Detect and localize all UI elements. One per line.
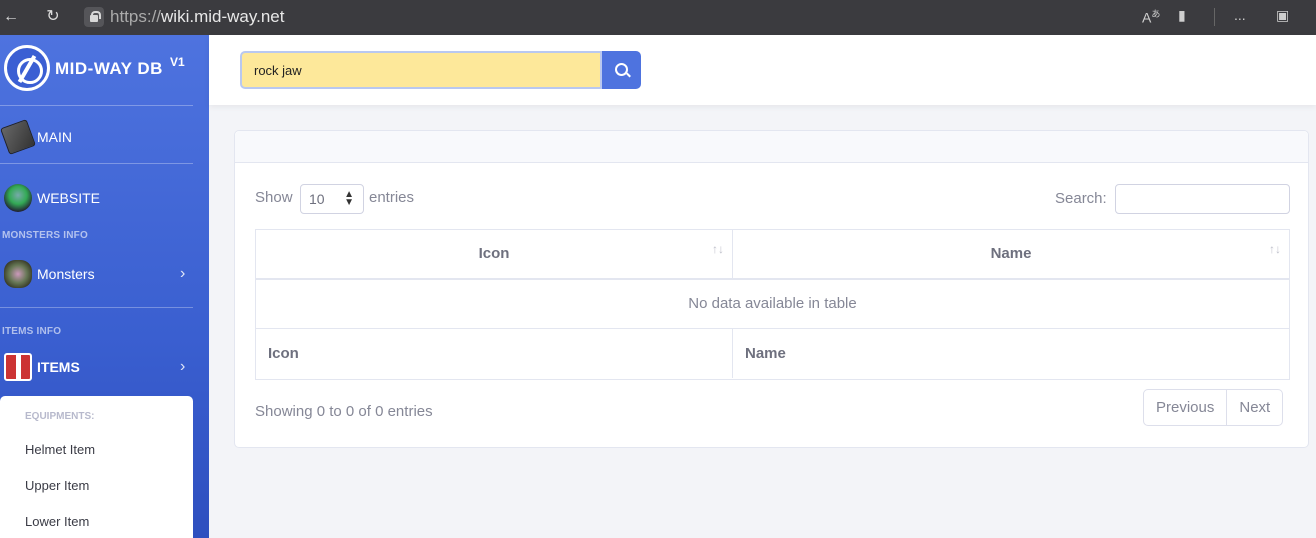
lock-icon[interactable] xyxy=(84,7,104,27)
pagination: Previous Next xyxy=(1143,389,1284,426)
gift-icon xyxy=(4,353,32,381)
entries-select[interactable]: 10 ▲ ▼ xyxy=(300,184,364,214)
sidebar-item-label: MAIN xyxy=(37,129,72,145)
sidebar-divider xyxy=(0,163,193,164)
brand-name: MID-WAY DB xyxy=(55,59,163,78)
column-header-label: Name xyxy=(990,245,1032,262)
next-button[interactable]: Next xyxy=(1227,390,1282,425)
monster-icon xyxy=(4,184,32,212)
select-arrows-icon: ▲ ▼ xyxy=(344,189,354,208)
column-header-name[interactable]: Name ↑↓ xyxy=(733,230,1289,278)
table-search-input[interactable] xyxy=(1115,184,1290,214)
submenu-item-helmet[interactable]: Helmet Item xyxy=(25,442,95,457)
submenu-item-lower[interactable]: Lower Item xyxy=(25,514,89,529)
sidebar-divider xyxy=(0,307,193,308)
search-button[interactable] xyxy=(602,51,641,89)
sidebar-item-label: ITEMS xyxy=(37,359,80,375)
table-row: No data available in table xyxy=(256,280,1289,329)
sort-icon: ↑↓ xyxy=(712,242,724,256)
brand-version: V1 xyxy=(170,55,185,69)
card-header xyxy=(235,131,1308,163)
data-table: Icon ↑↓ Name ↑↓ No data available in tab… xyxy=(255,229,1290,380)
monster-icon xyxy=(4,260,32,288)
sidebar: MID-WAY DB V1 MAIN WEBSITE MONSTERS INFO… xyxy=(0,35,209,538)
read-aloud-icon[interactable]: Aあ xyxy=(1142,7,1160,26)
sidebar-heading-monsters: MONSTERS INFO xyxy=(2,230,88,241)
submenu-heading: EQUIPMENTS: xyxy=(25,411,95,422)
sidebar-item-main[interactable]: MAIN xyxy=(0,117,209,157)
table-footer-row: Icon Name xyxy=(256,329,1289,379)
table-search-label: Search: xyxy=(1055,190,1107,207)
back-icon[interactable]: ← xyxy=(2,8,20,26)
entries-label: entries xyxy=(369,189,415,206)
toolbar-divider xyxy=(1214,8,1215,26)
items-submenu: EQUIPMENTS: Helmet Item Upper Item Lower… xyxy=(0,396,193,538)
sidebar-heading-items: ITEMS INFO xyxy=(2,326,62,337)
more-menu-button[interactable]: ... xyxy=(1234,7,1246,23)
brand-logo-icon xyxy=(4,45,50,91)
sidebar-item-monsters[interactable]: Monsters › xyxy=(0,254,209,294)
empty-message: No data available in table xyxy=(688,295,857,312)
column-header-icon[interactable]: Icon ↑↓ xyxy=(256,230,733,278)
chevron-right-icon: › xyxy=(180,358,186,375)
sidebar-divider xyxy=(0,105,193,106)
column-header-label: Icon xyxy=(478,245,510,262)
column-footer-name: Name xyxy=(745,345,786,362)
search-input[interactable] xyxy=(240,51,602,89)
topbar xyxy=(209,35,1316,105)
sidebar-item-label: Monsters xyxy=(37,266,95,282)
reload-icon[interactable]: ↻ xyxy=(44,8,62,26)
book-icon xyxy=(0,119,36,155)
sidebar-item-label: WEBSITE xyxy=(37,190,101,206)
column-footer-icon: Icon xyxy=(256,329,733,378)
sort-icon: ↑↓ xyxy=(1269,242,1281,256)
table-header-row: Icon ↑↓ Name ↑↓ xyxy=(256,230,1289,280)
bookmark-icon[interactable]: ▮ xyxy=(1178,7,1186,24)
url-host: wiki.mid-way.net xyxy=(161,7,285,26)
extensions-icon[interactable]: ▣ xyxy=(1276,7,1289,24)
chevron-right-icon: › xyxy=(180,265,186,282)
show-label: Show xyxy=(255,189,293,206)
submenu-item-upper[interactable]: Upper Item xyxy=(25,478,89,493)
sidebar-item-website[interactable]: WEBSITE xyxy=(0,178,209,218)
url-protocol: https:// xyxy=(110,7,162,26)
browser-toolbar: ← ↻ https://wiki.mid-way.net Aあ ▮ ... ▣ xyxy=(0,0,1316,35)
data-card: Show 10 ▲ ▼ entries Search: Icon ↑↓ Name … xyxy=(234,130,1309,448)
address-bar[interactable]: https://wiki.mid-way.net xyxy=(110,7,284,27)
table-info: Showing 0 to 0 of 0 entries xyxy=(255,403,433,420)
sidebar-item-items[interactable]: ITEMS › xyxy=(0,347,209,387)
previous-button[interactable]: Previous xyxy=(1144,390,1228,425)
brand[interactable]: MID-WAY DB V1 xyxy=(0,35,209,105)
entries-value: 10 xyxy=(309,191,325,207)
